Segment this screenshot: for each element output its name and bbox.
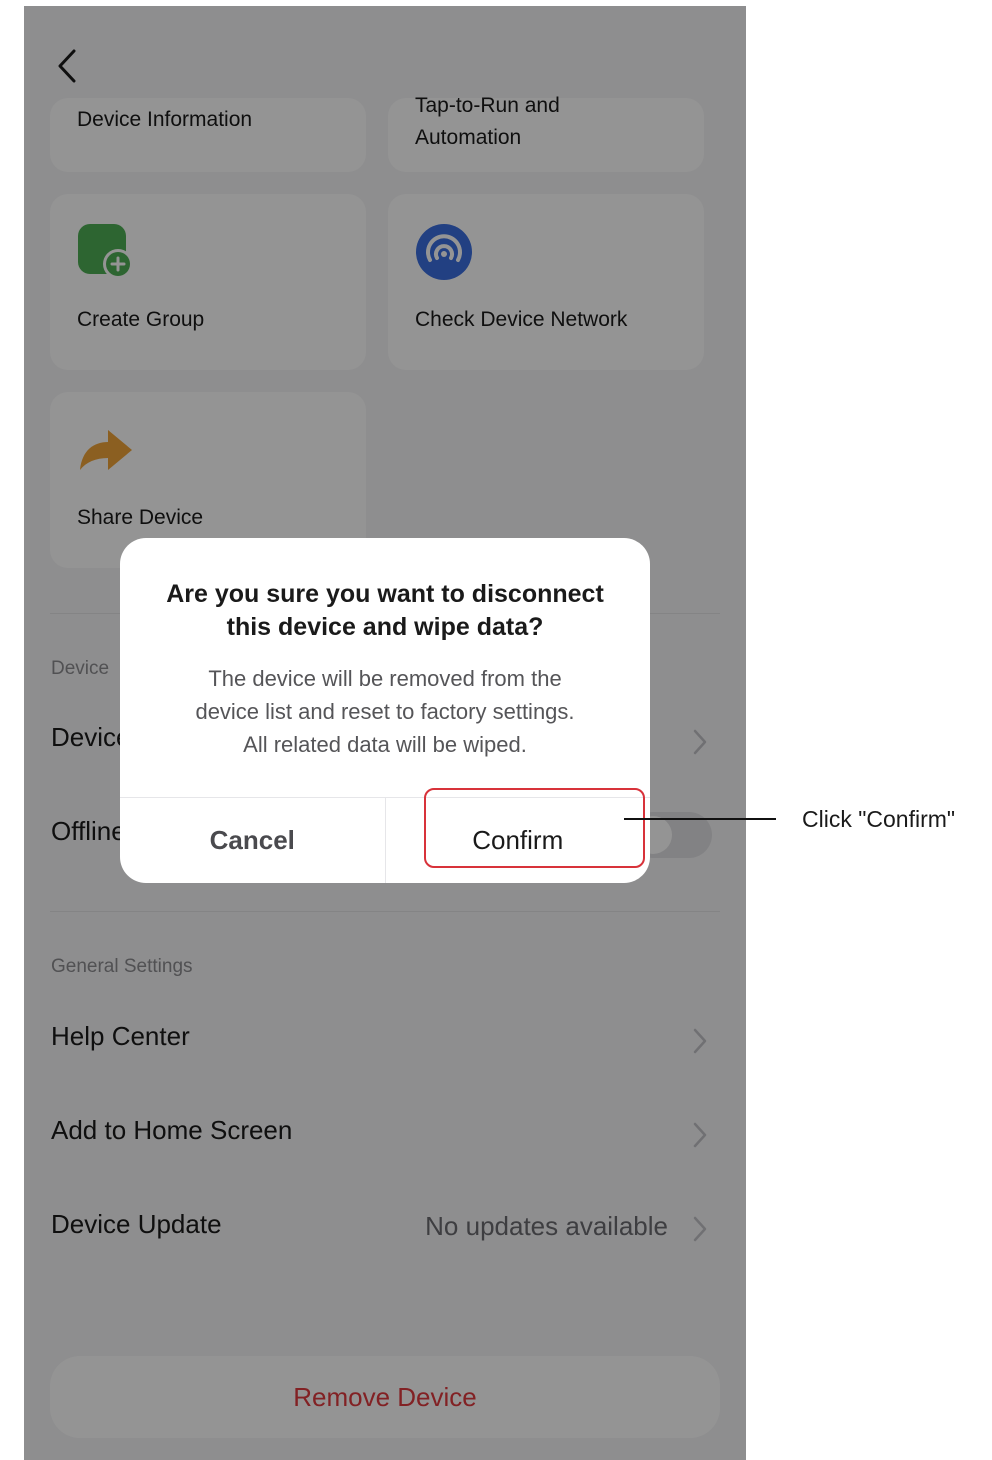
confirm-highlight-box bbox=[424, 788, 645, 868]
dialog-message: The device will be removed from the devi… bbox=[195, 666, 575, 757]
callout-text: Click "Confirm" bbox=[802, 806, 956, 832]
callout-line bbox=[624, 818, 776, 820]
cancel-button[interactable]: Cancel bbox=[120, 798, 386, 883]
dialog-title: Are you sure you want to disconnect this… bbox=[166, 580, 604, 641]
